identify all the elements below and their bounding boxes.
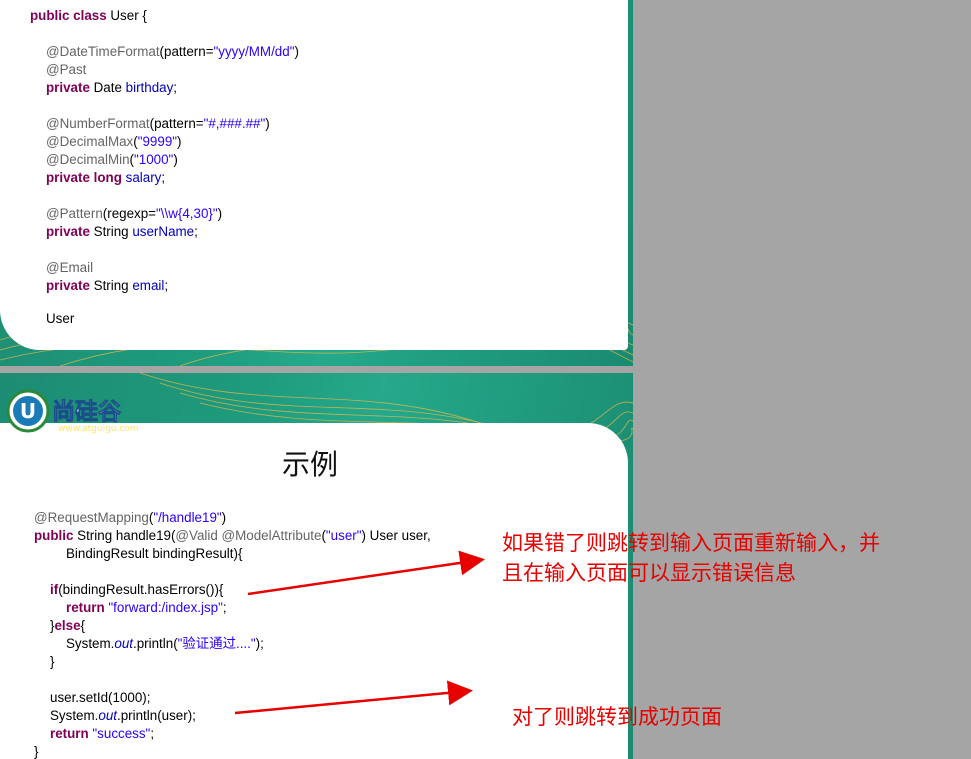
error-annotation-line2: 且在输入页面可以显示错误信息 <box>502 561 796 585</box>
annotation-arrows <box>234 550 485 715</box>
success-annotation: 对了则跳转到成功页面 <box>512 705 722 729</box>
error-annotation-line1: 如果错了则跳转到输入页面重新输入，并 <box>502 531 880 555</box>
arrow-success-icon <box>234 680 473 715</box>
arrow-error-icon <box>247 550 485 596</box>
error-annotation: 如果错了则跳转到输入页面重新输入，并 且在输入页面可以显示错误信息 <box>502 528 880 588</box>
